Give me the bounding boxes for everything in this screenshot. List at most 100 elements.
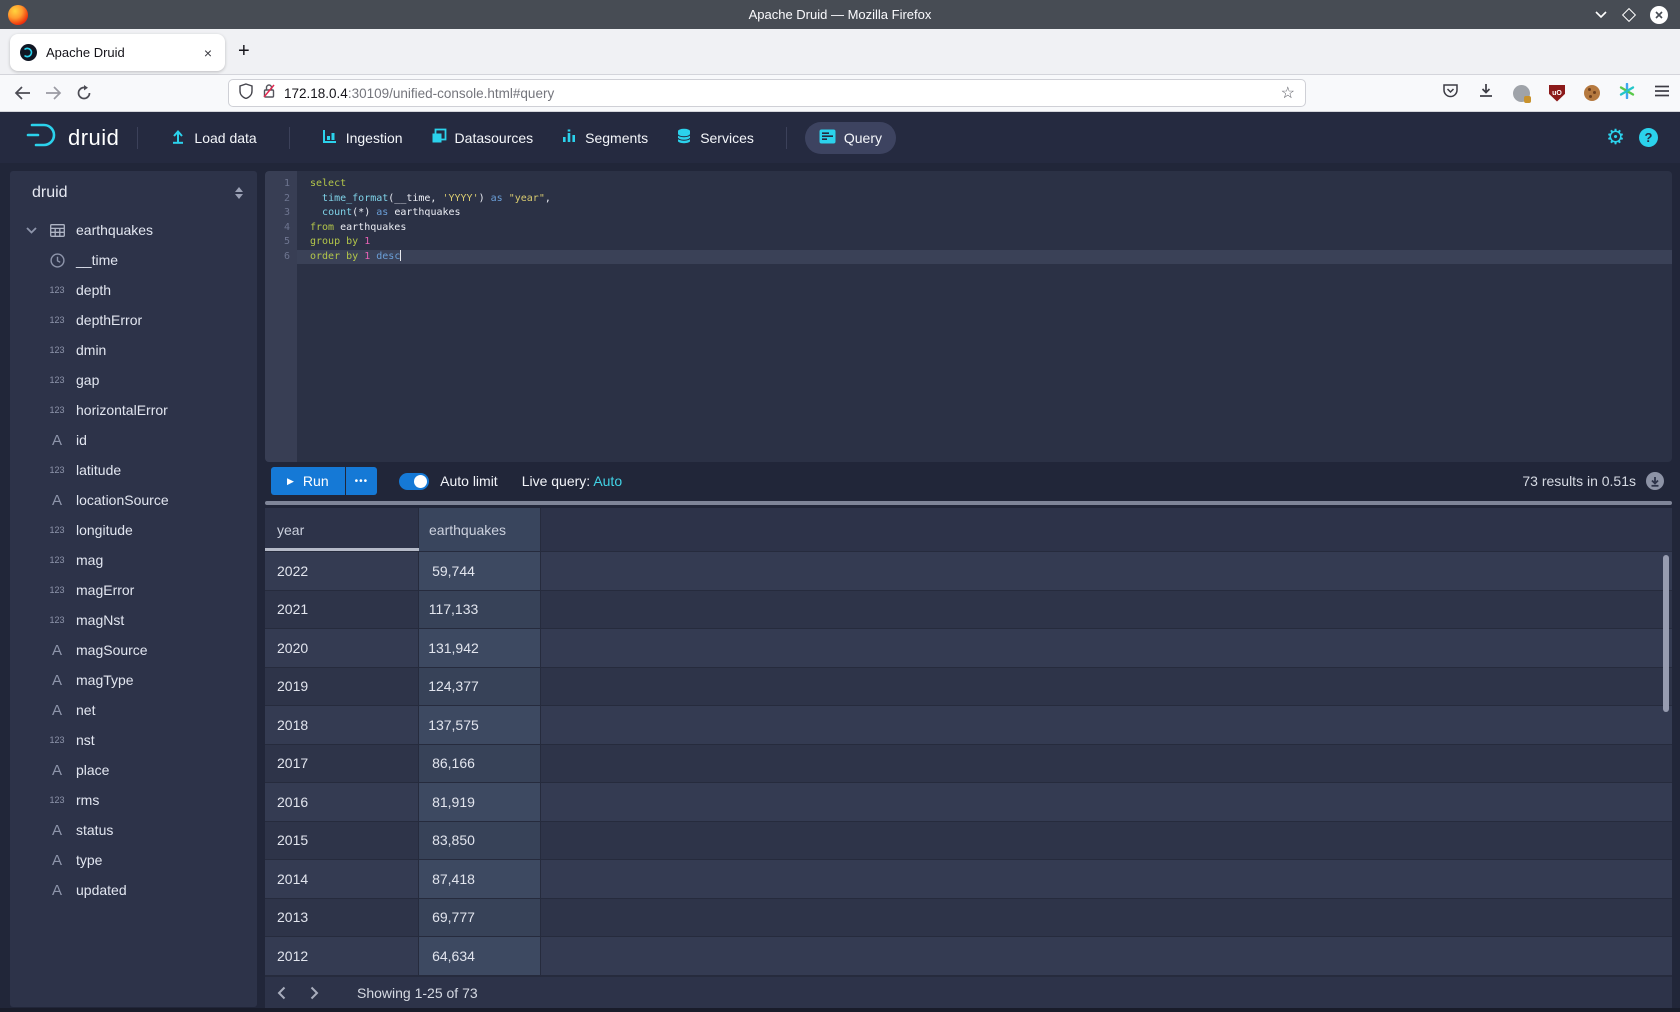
window-close-button[interactable] [1650,6,1668,24]
colorways-asterisk-icon[interactable] [1619,83,1635,104]
sort-double-caret-icon[interactable] [235,187,243,199]
cell-earthquakes[interactable]: 69,777 [419,899,541,937]
column-item-id[interactable]: Aid [10,425,257,455]
column-item-nst[interactable]: 123nst [10,725,257,755]
column-item-__time[interactable]: __time [10,245,257,275]
column-item-magError[interactable]: 123magError [10,575,257,605]
cell-year[interactable]: 2020 [265,629,419,667]
cell-year[interactable]: 2015 [265,822,419,860]
extension-icon[interactable] [1513,85,1530,102]
column-label: rms [76,792,99,808]
nav-ingestion[interactable]: Ingestion [308,122,417,154]
table-item-earthquakes[interactable]: earthquakes [10,215,257,245]
number-type-icon: 123 [44,315,70,325]
column-header-year[interactable]: year [265,508,419,551]
nav-load-data[interactable]: Load data [156,122,270,154]
forward-icon[interactable] [45,86,62,100]
bookmark-star-icon[interactable]: ☆ [1281,83,1295,103]
column-item-net[interactable]: Anet [10,695,257,725]
column-item-magType[interactable]: AmagType [10,665,257,695]
nav-label: Datasources [455,130,534,146]
cell-earthquakes[interactable]: 137,575 [419,706,541,744]
nav-query[interactable]: Query [805,122,896,154]
cell-year[interactable]: 2013 [265,899,419,937]
table-row: 2021117,133 [265,591,1672,630]
cell-year[interactable]: 2017 [265,745,419,783]
column-item-longitude[interactable]: 123longitude [10,515,257,545]
column-item-magNst[interactable]: 123magNst [10,605,257,635]
pocket-icon[interactable] [1442,83,1459,104]
column-item-type[interactable]: Atype [10,845,257,875]
next-page-icon[interactable] [298,986,331,1000]
auto-limit-toggle[interactable] [399,473,429,490]
druid-brand[interactable]: druid [26,122,119,153]
column-item-updated[interactable]: Aupdated [10,875,257,905]
help-icon[interactable]: ? [1639,128,1658,147]
settings-gear-icon[interactable]: ⚙ [1606,127,1625,148]
live-query[interactable]: Live query: Auto [522,473,622,489]
column-item-dmin[interactable]: 123dmin [10,335,257,365]
downloads-icon[interactable] [1478,83,1494,104]
column-item-gap[interactable]: 123gap [10,365,257,395]
navbar-divider [137,127,138,149]
download-results-icon[interactable] [1646,472,1664,490]
column-item-latitude[interactable]: 123latitude [10,455,257,485]
cell-year[interactable]: 2022 [265,552,419,590]
column-item-mag[interactable]: 123mag [10,545,257,575]
menu-hamburger-icon[interactable] [1654,84,1670,102]
cell-earthquakes[interactable]: 86,166 [419,745,541,783]
cell-earthquakes[interactable]: 64,634 [419,937,541,975]
url-bar[interactable]: 172.18.0.4:30109/unified-console.html#qu… [228,79,1306,107]
column-item-depth[interactable]: 123depth [10,275,257,305]
window-chevron-icon[interactable] [1594,10,1608,19]
column-item-depthError[interactable]: 123depthError [10,305,257,335]
code-line: group by 1 [297,235,1672,250]
back-icon[interactable] [14,86,31,100]
window-maximize-button[interactable] [1622,7,1636,21]
run-button[interactable]: ▶ Run [271,467,345,495]
cell-earthquakes[interactable]: 131,942 [419,629,541,667]
editor-code[interactable]: select time_format(__time, 'YYYY') as "y… [297,171,1672,462]
tracking-shield-icon[interactable] [239,83,253,104]
cell-year[interactable]: 2012 [265,937,419,975]
more-options-button[interactable]: ••• [346,467,378,495]
live-query-value[interactable]: Auto [593,473,622,489]
tab-apache-druid[interactable]: Apache Druid × [10,34,225,71]
ublock-origin-icon[interactable]: uO [1549,85,1565,102]
column-item-horizontalError[interactable]: 123horizontalError [10,395,257,425]
vertical-scrollbar[interactable] [1663,555,1669,712]
new-tab-button[interactable]: + [238,41,250,61]
cell-earthquakes[interactable]: 83,850 [419,822,541,860]
table-row: 201264,634 [265,937,1672,976]
column-header-earthquakes[interactable]: earthquakes [419,508,541,551]
cell-earthquakes[interactable]: 81,919 [419,783,541,821]
cell-earthquakes[interactable]: 117,133 [419,591,541,629]
sql-editor[interactable]: 123456 select time_format(__time, 'YYYY'… [265,171,1672,462]
cell-year[interactable]: 2014 [265,860,419,898]
nav-datasources[interactable]: Datasources [417,122,548,154]
cell-year[interactable]: 2018 [265,706,419,744]
column-item-place[interactable]: Aplace [10,755,257,785]
cell-earthquakes[interactable]: 87,418 [419,860,541,898]
panel-resize-divider[interactable] [265,501,1672,505]
tab-close-icon[interactable]: × [201,45,215,61]
chevron-down-icon[interactable] [18,227,44,234]
nav-label: Services [700,130,754,146]
nav-services[interactable]: Services [662,122,768,154]
cell-earthquakes[interactable]: 59,744 [419,552,541,590]
column-item-magSource[interactable]: AmagSource [10,635,257,665]
cell-year[interactable]: 2019 [265,668,419,706]
column-item-locationSource[interactable]: AlocationSource [10,485,257,515]
number-type-icon: 123 [44,525,70,535]
column-label: mag [76,552,103,568]
cell-earthquakes[interactable]: 124,377 [419,668,541,706]
nav-segments[interactable]: Segments [547,122,662,154]
cookie-extension-icon[interactable] [1584,85,1600,101]
reload-icon[interactable] [76,85,92,101]
column-item-rms[interactable]: 123rms [10,785,257,815]
prev-page-icon[interactable] [265,986,298,1000]
insecure-lock-icon[interactable] [262,83,276,104]
cell-year[interactable]: 2021 [265,591,419,629]
column-item-status[interactable]: Astatus [10,815,257,845]
cell-year[interactable]: 2016 [265,783,419,821]
